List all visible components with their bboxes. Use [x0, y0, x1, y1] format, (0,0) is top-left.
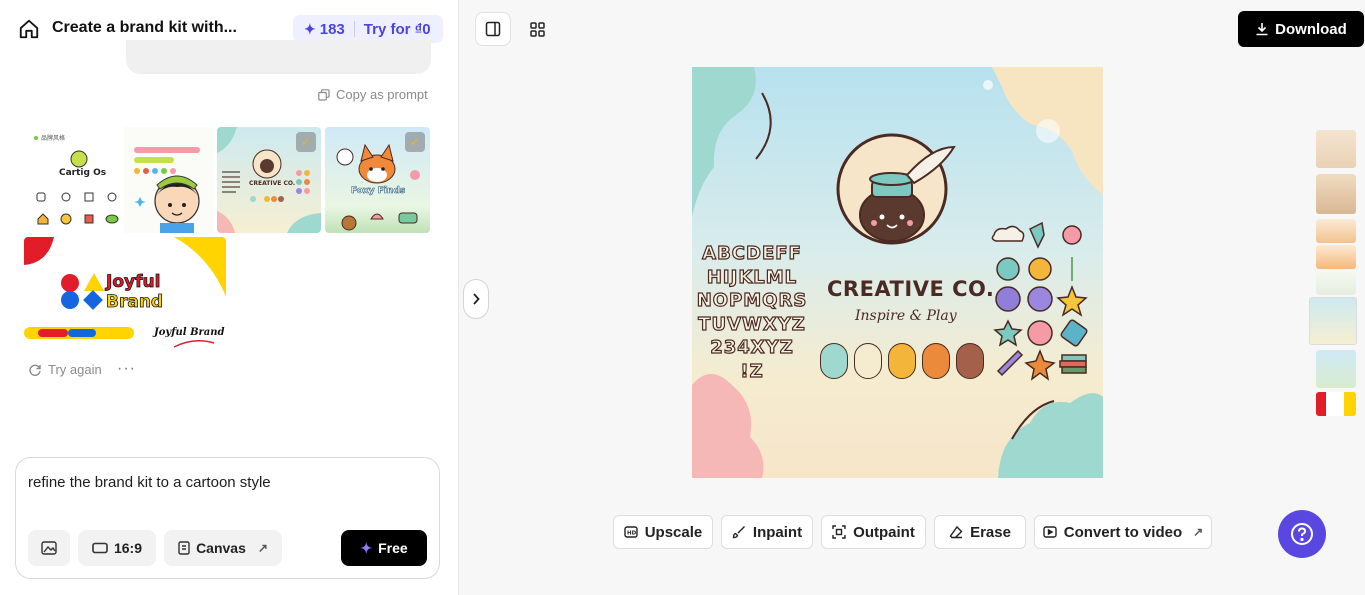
brand-text: CREATIVE CO. — [249, 180, 295, 187]
try-again-label: Try again — [48, 362, 102, 377]
signature-text: Joyful Brand — [152, 327, 225, 338]
upscale-label: Upscale — [644, 523, 703, 541]
copy-as-prompt-button[interactable]: Copy as prompt — [318, 87, 428, 102]
generate-label: Free — [378, 540, 408, 556]
selected-check-icon: ✓ — [296, 132, 316, 152]
prompt-composer: refine the brand kit to a cartoon style … — [15, 457, 440, 579]
selected-check-icon: ✓ — [405, 132, 425, 152]
aspect-ratio-label: 16:9 — [113, 540, 143, 556]
result-thumbnail-1[interactable]: 品牌风格 Cartig Os — [24, 127, 213, 233]
result-thumbnail-4[interactable]: Joyful Brand Joyful Brand — [24, 237, 226, 350]
image-icon — [41, 541, 57, 555]
sparkle-icon: ✦ — [304, 20, 316, 37]
collapse-panel-button[interactable] — [463, 279, 489, 319]
try-free-link[interactable]: Try for ₫0 — [364, 21, 431, 38]
canvas-button[interactable]: Canvas ↗ — [164, 530, 282, 566]
copy-as-prompt-label: Copy as prompt — [336, 87, 428, 102]
help-button[interactable] — [1278, 510, 1326, 558]
more-options-icon[interactable]: ··· — [117, 360, 136, 378]
color-swatch — [820, 343, 848, 379]
history-thumbnail[interactable] — [1316, 271, 1356, 295]
erase-label: Erase — [970, 523, 1011, 541]
try-again-button[interactable]: Try again — [28, 362, 102, 377]
outpaint-button[interactable]: Outpaint — [821, 515, 926, 549]
download-icon — [1256, 23, 1268, 36]
brand-text: Cartig Os — [59, 168, 106, 178]
upscale-button[interactable]: HD Upscale — [613, 515, 713, 549]
download-label: Download — [1275, 20, 1347, 38]
inpaint-label: Inpaint — [752, 523, 803, 541]
erase-button[interactable]: Erase — [934, 515, 1026, 549]
copy-icon — [318, 88, 330, 101]
history-thumbnail[interactable] — [1316, 245, 1356, 269]
external-arrow-icon: ↗ — [257, 541, 268, 555]
color-swatch — [854, 343, 882, 379]
joyful-brand-preview: Joyful Brand Joyful Brand — [24, 237, 226, 350]
color-swatch — [888, 343, 916, 379]
previous-message-bubble — [126, 40, 431, 74]
brand-tagline: Inspire & Play — [855, 308, 957, 324]
canvas-icon — [178, 541, 190, 555]
outpaint-label: Outpaint — [853, 523, 915, 541]
inpaint-button[interactable]: Inpaint — [721, 515, 813, 549]
upscale-icon: HD — [624, 526, 638, 538]
credits-badge[interactable]: ✦ 183 Try for ₫0 — [293, 15, 443, 43]
color-swatches — [820, 343, 984, 379]
aspect-ratio-button[interactable]: 16:9 — [78, 530, 156, 566]
history-thumbnail[interactable] — [1316, 392, 1356, 416]
grid-icon — [529, 21, 545, 37]
color-swatch — [922, 343, 950, 379]
brand-kit-image[interactable]: ABCDEFF HIJKLML NOPMQRS TUVWXYZ 234XYZ !… — [692, 67, 1103, 478]
prompt-input[interactable]: refine the brand kit to a cartoon style — [28, 474, 271, 491]
generate-button[interactable]: ✦ Free — [341, 530, 427, 566]
home-icon[interactable] — [18, 18, 40, 40]
alphabet-specimen: ABCDEFF HIJKLML NOPMQRS TUVWXYZ 234XYZ !… — [696, 242, 808, 382]
canvas-label: Canvas — [196, 540, 246, 556]
panel-view-button[interactable] — [475, 12, 511, 46]
caption-text: 品牌风格 — [41, 134, 65, 142]
chat-panel: Create a brand kit with... ✦ 183 Try for… — [0, 0, 459, 595]
download-button[interactable]: Download — [1238, 11, 1364, 47]
external-arrow-icon: ↗ — [1193, 525, 1204, 539]
history-thumbnail[interactable] — [1316, 174, 1356, 214]
question-icon — [1291, 523, 1313, 545]
history-thumbnail[interactable] — [1316, 130, 1356, 168]
divider — [353, 21, 355, 37]
credits-count: 183 — [319, 20, 345, 38]
history-thumbnail-selected[interactable] — [1309, 297, 1357, 345]
refresh-icon — [29, 364, 41, 376]
convert-to-video-label: Convert to video — [1063, 523, 1183, 541]
expand-icon — [832, 525, 846, 539]
grid-view-button[interactable] — [519, 12, 555, 46]
history-thumbnail[interactable] — [1316, 350, 1356, 388]
color-swatch — [956, 343, 984, 379]
brand-name: CREATIVE CO. — [827, 277, 995, 301]
video-icon — [1043, 526, 1057, 538]
sidebar-layout-icon — [485, 21, 501, 37]
canvas-area: Download ABCDEFF HIJKLML NOPMQRS TUVWXYZ… — [459, 0, 1365, 595]
result-thumbnail-3[interactable]: Foxy Finds ✓ — [325, 127, 430, 233]
brand-line-2: Brand — [106, 292, 163, 312]
attach-image-button[interactable] — [28, 530, 70, 566]
sparkle-icon: ✦ — [360, 539, 373, 556]
eraser-icon — [949, 525, 963, 539]
result-thumbnail-2[interactable]: CREATIVE CO. ✓ — [217, 127, 321, 233]
cartigos-brand-preview: 品牌风格 Cartig Os — [24, 127, 213, 233]
convert-to-video-button[interactable]: Convert to video ↗ — [1034, 515, 1212, 549]
chevron-right-icon — [473, 293, 480, 305]
page-title: Create a brand kit with... — [52, 19, 237, 36]
brush-icon — [732, 526, 745, 539]
history-thumbnail[interactable] — [1316, 219, 1356, 243]
brand-line-1: Joyful — [105, 272, 160, 292]
ratio-icon — [92, 542, 108, 554]
svg-text:HD: HD — [627, 531, 637, 537]
brand-text: Foxy Finds — [351, 186, 405, 196]
